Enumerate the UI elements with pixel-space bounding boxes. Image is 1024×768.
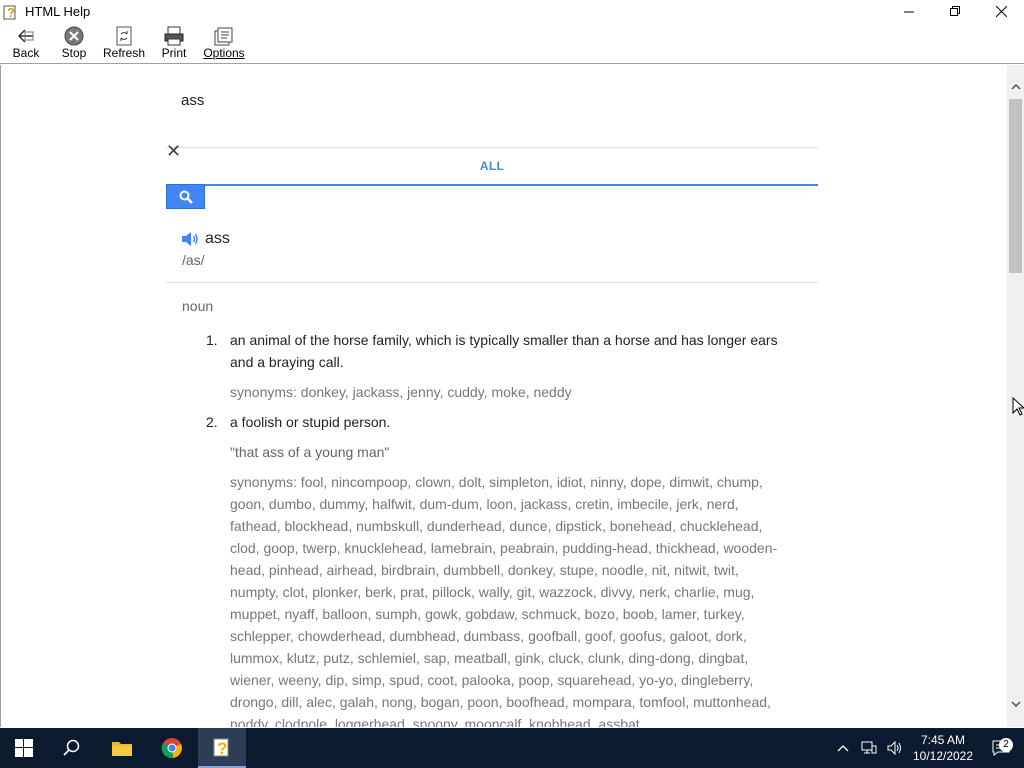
help-app-icon: ? — [213, 738, 229, 758]
tray-expand-button[interactable] — [833, 738, 853, 758]
clock-date: 10/12/2022 — [912, 749, 974, 763]
back-button[interactable]: Back — [2, 23, 50, 63]
start-button[interactable] — [0, 728, 48, 768]
system-tray: 7:45 AM 10/12/2022 2 — [830, 728, 1024, 768]
search-icon — [63, 739, 80, 756]
options-icon — [214, 27, 233, 46]
file-explorer-button[interactable] — [98, 728, 146, 768]
sense-example: "that ass of a young man" — [230, 444, 390, 460]
tab-underline — [166, 184, 818, 186]
taskbar-search-button[interactable] — [48, 728, 96, 768]
back-arrow-icon — [17, 29, 34, 43]
notification-count-badge: 2 — [999, 738, 1013, 752]
scroll-down-icon[interactable] — [1007, 695, 1024, 712]
print-icon — [164, 26, 184, 46]
refresh-button[interactable]: Refresh — [98, 23, 150, 63]
network-button[interactable] — [859, 738, 879, 758]
options-button[interactable]: Options — [198, 23, 250, 63]
mouse-cursor-icon — [1012, 397, 1024, 416]
synonyms: synonyms: fool, nincompoop, clown, dolt,… — [230, 474, 778, 727]
part-of-speech: noun — [182, 298, 214, 314]
print-button[interactable]: Print — [150, 23, 198, 63]
chevron-up-icon — [837, 745, 849, 752]
close-button[interactable] — [978, 0, 1024, 23]
minimize-button[interactable] — [886, 0, 932, 23]
sense-number: 1. — [206, 332, 218, 348]
speaker-icon[interactable] — [181, 231, 199, 247]
search-button[interactable] — [166, 184, 205, 209]
close-icon — [995, 6, 1007, 17]
windows-logo-icon — [15, 739, 33, 757]
stop-icon — [64, 26, 84, 46]
volume-button[interactable] — [885, 738, 905, 758]
folder-icon — [112, 742, 132, 756]
sense-definition: an animal of the horse family, which is … — [230, 332, 778, 370]
volume-icon — [887, 741, 901, 755]
clock-button[interactable]: 7:45 AM 10/12/2022 — [908, 732, 978, 764]
svg-text:?: ? — [217, 739, 227, 758]
headword: ass — [205, 230, 230, 247]
refresh-icon — [116, 26, 132, 46]
svg-text:?: ? — [7, 5, 15, 20]
phonetic: /as/ — [182, 252, 205, 268]
search-query-text[interactable]: ass — [181, 92, 204, 109]
restore-icon — [949, 6, 960, 16]
window-title: HTML Help — [25, 4, 91, 19]
synonyms: synonyms: donkey, jackass, jenny, cuddy,… — [230, 384, 572, 400]
headword-row: ass — [181, 230, 230, 248]
title-bar: ? HTML Help — [0, 0, 1024, 23]
taskbar: ? 7:45 AM 10/12/2022 2 — [0, 728, 1024, 768]
chrome-icon — [161, 738, 182, 759]
sense-number: 2. — [206, 414, 218, 430]
network-icon — [861, 741, 877, 754]
restore-button[interactable] — [932, 0, 978, 23]
divider — [166, 147, 818, 148]
toolbar: Back Stop Refresh Print Options — [0, 23, 1024, 64]
html-help-taskbar-button[interactable]: ? — [198, 728, 246, 768]
sense-definition: a foolish or stupid person. — [230, 414, 391, 430]
tab-all[interactable]: ALL — [470, 159, 514, 173]
scroll-up-icon[interactable] — [1007, 78, 1024, 95]
search-icon — [179, 190, 193, 204]
help-app-icon: ? — [3, 5, 16, 20]
clear-search-icon[interactable]: ✕ — [166, 141, 181, 162]
clock-time: 7:45 AM — [920, 733, 966, 747]
vertical-scrollbar[interactable] — [1007, 65, 1024, 727]
scrollbar-thumb[interactable] — [1009, 99, 1022, 273]
stop-button[interactable]: Stop — [50, 23, 98, 63]
notifications-button[interactable]: 2 — [981, 738, 1021, 758]
divider — [166, 282, 818, 283]
chrome-button[interactable] — [148, 728, 196, 768]
minimize-icon — [903, 11, 914, 13]
